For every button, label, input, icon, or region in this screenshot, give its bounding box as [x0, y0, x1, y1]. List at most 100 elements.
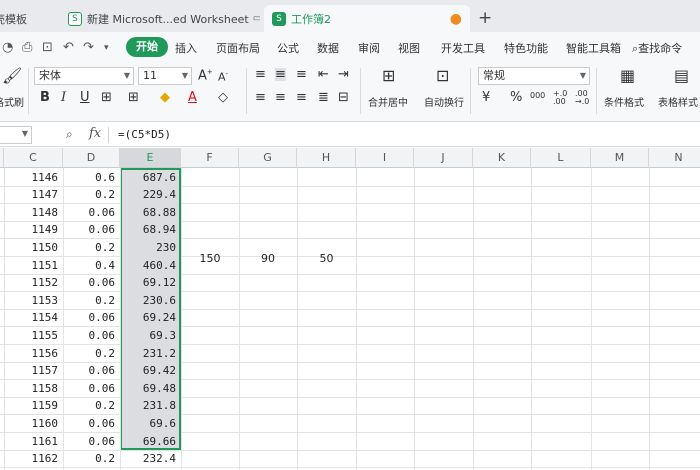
- increase-decimal-icon[interactable]: +.0.00: [553, 90, 567, 106]
- cell-e[interactable]: 69.48: [120, 380, 176, 397]
- bold-icon[interactable]: B: [40, 91, 50, 104]
- cell-e[interactable]: 231.2: [120, 345, 176, 362]
- cell-d[interactable]: 0.6: [63, 169, 115, 186]
- increase-font-icon[interactable]: A+: [198, 69, 213, 83]
- cell-c[interactable]: 1159: [4, 397, 59, 414]
- decrease-font-icon[interactable]: A-: [218, 71, 228, 83]
- save-icon[interactable]: ◔: [2, 40, 13, 55]
- cell-d[interactable]: 0.2: [63, 345, 115, 362]
- cell-c[interactable]: 1146: [4, 169, 59, 186]
- cell-d[interactable]: 0.06: [63, 204, 116, 221]
- cell-c[interactable]: 1149: [4, 221, 59, 238]
- strikethrough-icon[interactable]: ⊞: [101, 91, 112, 104]
- cell-d[interactable]: 0.2: [63, 292, 115, 309]
- cell-e[interactable]: 232.4: [120, 450, 176, 467]
- align-center-icon[interactable]: ≡: [275, 91, 286, 104]
- indent-decrease-icon[interactable]: ⇤: [318, 68, 329, 81]
- wrap-text-icon[interactable]: ⊡: [436, 68, 449, 84]
- conditional-format-label[interactable]: 条件格式: [604, 94, 644, 109]
- fx-icon[interactable]: fx: [89, 126, 101, 141]
- cell-c[interactable]: 1154: [4, 309, 59, 326]
- borders-icon[interactable]: ⊞: [128, 91, 139, 104]
- column-header-d[interactable]: D: [63, 148, 120, 168]
- chevron-down-icon[interactable]: ▾: [104, 43, 109, 53]
- cell-c[interactable]: 1147: [4, 186, 59, 203]
- command-search[interactable]: ⌕查找命令: [632, 40, 682, 56]
- cell-d[interactable]: 0.2: [63, 397, 115, 414]
- cell-grid[interactable]: 150 90 50 1146 0.6 687.6 1147 0.2 229.4 1148 0.…: [0, 168, 700, 470]
- cell-d[interactable]: 0.06: [63, 327, 116, 344]
- column-header-e[interactable]: E: [120, 148, 181, 168]
- cell-d[interactable]: 0.06: [63, 380, 116, 397]
- formula-input[interactable]: =(C5*D5): [118, 128, 171, 141]
- fill-color-icon[interactable]: ◆: [160, 91, 170, 104]
- cell-e[interactable]: 69.42: [120, 362, 176, 379]
- cell-e[interactable]: 69.3: [120, 327, 177, 344]
- cell-e[interactable]: 230.6: [120, 292, 176, 309]
- cell-c[interactable]: 1156: [4, 345, 59, 362]
- percent-icon[interactable]: %: [510, 91, 522, 104]
- cell-c[interactable]: 1150: [4, 239, 59, 256]
- align-top-icon[interactable]: ≡: [255, 68, 266, 81]
- column-header-l[interactable]: L: [531, 148, 591, 168]
- cell-e[interactable]: 231.8: [120, 397, 176, 414]
- cell-c[interactable]: 1160: [4, 415, 59, 432]
- column-header-h[interactable]: H: [297, 148, 356, 168]
- cell-e[interactable]: 68.88: [120, 204, 176, 221]
- justify-icon[interactable]: ≣: [318, 91, 329, 104]
- cell-f-value[interactable]: 150: [181, 250, 239, 267]
- menu-start[interactable]: 开始: [126, 37, 168, 57]
- cell-e[interactable]: 230: [120, 239, 176, 256]
- cell-e[interactable]: 69.12: [120, 274, 176, 291]
- tab-template[interactable]: 壳模板: [0, 5, 56, 32]
- cell-c[interactable]: 1151: [4, 257, 59, 274]
- cell-c[interactable]: 1152: [4, 274, 59, 291]
- print-preview-icon[interactable]: ⊡: [42, 40, 53, 55]
- zoom-icon[interactable]: ⌕: [66, 127, 73, 142]
- column-header-i[interactable]: I: [356, 148, 414, 168]
- cell-g-value[interactable]: 90: [239, 250, 297, 267]
- conditional-format-icon[interactable]: ▦: [620, 68, 635, 84]
- cell-e[interactable]: 229.4: [120, 186, 176, 203]
- column-header-f[interactable]: F: [181, 148, 239, 168]
- table-style-icon[interactable]: ▤: [674, 68, 689, 84]
- number-format-select[interactable]: 常规 ▼: [478, 67, 590, 85]
- merge-center-label[interactable]: 合并居中: [368, 94, 408, 109]
- menu-view[interactable]: 视图: [398, 40, 420, 56]
- menu-smart-toolbox[interactable]: 智能工具箱: [566, 40, 621, 56]
- currency-icon[interactable]: ¥: [482, 91, 490, 104]
- column-header-c[interactable]: C: [4, 148, 63, 168]
- align-bottom-icon[interactable]: ≡: [296, 68, 307, 81]
- menu-formulas[interactable]: 公式: [277, 40, 299, 56]
- name-box[interactable]: ▼: [0, 126, 32, 144]
- menu-insert[interactable]: 插入: [175, 40, 197, 56]
- cell-c[interactable]: 1162: [4, 450, 59, 467]
- format-painter-label[interactable]: 格式刷: [0, 94, 24, 109]
- thousands-icon[interactable]: 000: [530, 92, 545, 100]
- cell-e[interactable]: 687.6: [120, 169, 176, 186]
- cell-d[interactable]: 0.06: [63, 415, 116, 432]
- align-right-icon[interactable]: ≡: [296, 91, 307, 104]
- new-tab-plus-icon[interactable]: +: [478, 8, 492, 28]
- cell-c[interactable]: 1161: [4, 433, 59, 450]
- cell-d[interactable]: 0.2: [63, 239, 115, 256]
- cell-d[interactable]: 0.06: [63, 362, 116, 379]
- cell-d[interactable]: 0.06: [63, 221, 116, 238]
- column-header-g[interactable]: G: [239, 148, 297, 168]
- print-icon[interactable]: ⎙: [22, 40, 32, 55]
- cell-c[interactable]: 1158: [4, 380, 59, 397]
- cell-c[interactable]: 1155: [4, 327, 59, 344]
- cell-e[interactable]: 460.4: [120, 257, 176, 274]
- table-style-label[interactable]: 表格样式: [658, 94, 698, 109]
- cell-c[interactable]: 1153: [4, 292, 59, 309]
- cell-d[interactable]: 0.06: [63, 274, 116, 291]
- font-color-icon[interactable]: A: [188, 91, 197, 104]
- column-header-j[interactable]: J: [414, 148, 473, 168]
- merge-center-icon[interactable]: ⊞: [382, 68, 395, 84]
- format-painter-icon[interactable]: 🖌: [2, 68, 22, 84]
- font-name-select[interactable]: 宋体 ▼: [34, 67, 134, 85]
- tab-workbook2[interactable]: S 工作簿2 ●: [264, 5, 470, 32]
- distributed-icon[interactable]: ⊟: [338, 91, 349, 104]
- cell-d[interactable]: 0.2: [63, 450, 115, 467]
- column-header-n[interactable]: N: [649, 148, 700, 168]
